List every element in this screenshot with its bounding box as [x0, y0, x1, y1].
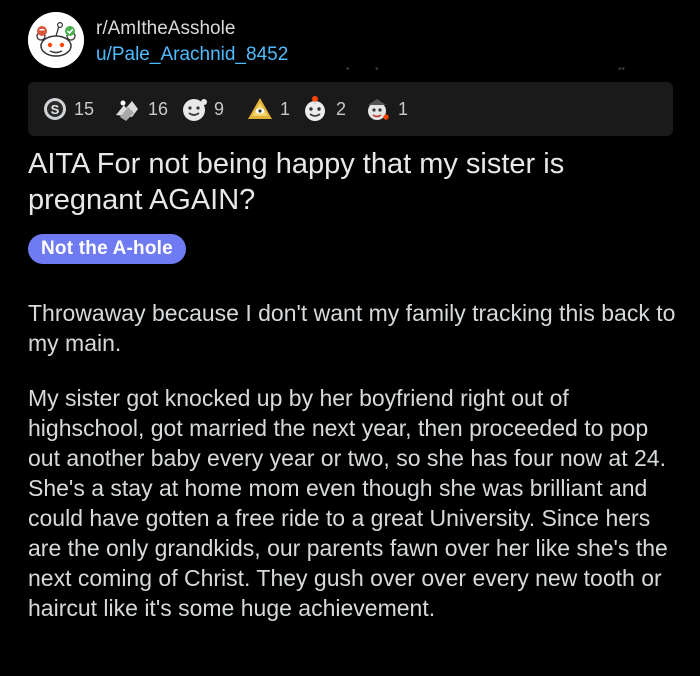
- award-count: 15: [74, 98, 95, 119]
- award-item[interactable]: 1: [246, 95, 290, 123]
- award-item[interactable]: S 15: [42, 95, 94, 123]
- divider-dot: ••: [618, 64, 626, 75]
- post-title[interactable]: AITA For not being happy that my sister …: [28, 146, 668, 218]
- award-count: 2: [336, 98, 347, 119]
- all-seeing-upvote-icon: [248, 98, 272, 119]
- svg-text:S: S: [51, 102, 60, 117]
- silver-award-icon: S: [44, 98, 66, 120]
- award-item[interactable]: 1: [362, 95, 408, 123]
- gold-award-icon: [305, 96, 325, 121]
- post-flair[interactable]: Not the A-hole: [28, 234, 186, 264]
- post-body-paragraph: My sister got knocked up by her boyfrien…: [28, 385, 668, 621]
- author-username[interactable]: u/Pale_Arachnid_8452: [96, 44, 288, 66]
- awards-bar[interactable]: S 15 16 9 1 2 1: [28, 82, 673, 136]
- post-header: r/AmItheAsshole u/Pale_Arachnid_8452 • •…: [28, 12, 678, 75]
- award-count: 9: [214, 98, 225, 119]
- award-count: 16: [148, 98, 169, 119]
- subreddit-name[interactable]: r/AmItheAsshole: [96, 18, 235, 40]
- award-item[interactable]: 9: [180, 95, 224, 123]
- subreddit-avatar[interactable]: [28, 12, 84, 68]
- award-item[interactable]: 16: [112, 95, 168, 123]
- snoo-icon: [28, 12, 84, 68]
- rocket-like-award-icon: [368, 99, 389, 120]
- award-count: 1: [398, 98, 409, 119]
- divider-dot: •: [346, 64, 350, 75]
- award-count: 1: [280, 98, 291, 119]
- award-item[interactable]: 2: [300, 95, 346, 123]
- helpful-award-icon: [116, 100, 138, 121]
- wholesome-award-icon: [183, 99, 207, 121]
- divider-dot: •: [375, 64, 379, 75]
- post-body-paragraph: Throwaway because I don't want my family…: [28, 300, 676, 356]
